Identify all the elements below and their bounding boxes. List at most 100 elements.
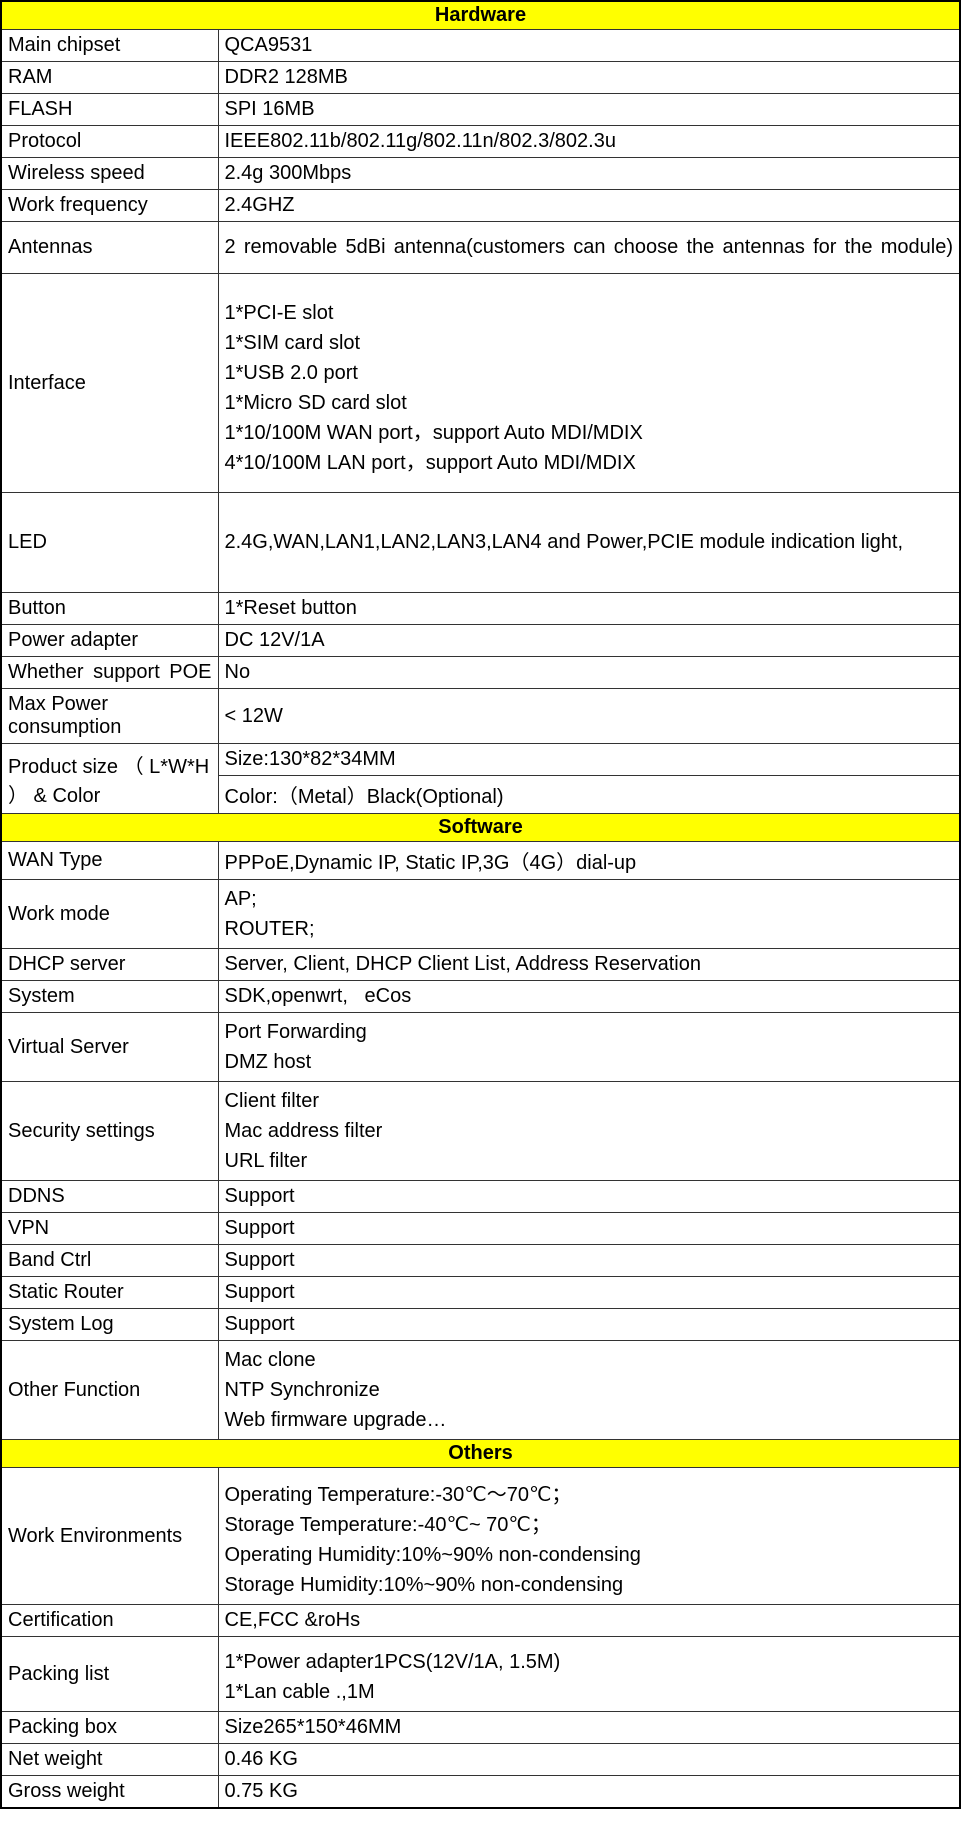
- value-vpn: Support: [218, 1213, 960, 1245]
- value-antennas: 2 removable 5dBi antenna(customers can c…: [218, 222, 960, 274]
- value-work-frequency: 2.4GHZ: [218, 190, 960, 222]
- label-ram: RAM: [1, 62, 218, 94]
- value-main-chipset: QCA9531: [218, 30, 960, 62]
- label-flash: FLASH: [1, 94, 218, 126]
- row-work-frequency: Work frequency 2.4GHZ: [1, 190, 960, 222]
- label-protocol: Protocol: [1, 126, 218, 158]
- virtual-server-line1: Port Forwarding: [225, 1017, 954, 1047]
- row-wireless-speed: Wireless speed 2.4g 300Mbps: [1, 158, 960, 190]
- interface-line6: 4*10/100M LAN port，support Auto MDI/MDIX: [225, 448, 954, 478]
- label-virtual-server: Virtual Server: [1, 1013, 218, 1082]
- value-flash: SPI 16MB: [218, 94, 960, 126]
- value-packing-list: 1*Power adapter1PCS(12V/1A, 1.5M) 1*Lan …: [218, 1637, 960, 1712]
- label-work-env: Work Environments: [1, 1468, 218, 1605]
- value-poe: No: [218, 657, 960, 689]
- row-static-router: Static Router Support: [1, 1277, 960, 1309]
- other-function-line1: Mac clone: [225, 1345, 954, 1375]
- row-packing-box: Packing box Size265*150*46MM: [1, 1712, 960, 1744]
- value-ram: DDR2 128MB: [218, 62, 960, 94]
- value-interface: 1*PCI-E slot 1*SIM card slot 1*USB 2.0 p…: [218, 274, 960, 493]
- value-work-mode: AP; ROUTER;: [218, 880, 960, 949]
- label-certification: Certification: [1, 1605, 218, 1637]
- section-header-others: Others: [1, 1440, 960, 1468]
- row-vpn: VPN Support: [1, 1213, 960, 1245]
- value-wan-type: PPPoE,Dynamic IP, Static IP,3G（4G）dial-u…: [218, 842, 960, 880]
- section-header-software: Software: [1, 814, 960, 842]
- value-net-weight: 0.46 KG: [218, 1744, 960, 1776]
- label-led: LED: [1, 493, 218, 593]
- row-gross-weight: Gross weight 0.75 KG: [1, 1776, 960, 1809]
- row-work-env: Work Environments Operating Temperature:…: [1, 1468, 960, 1605]
- value-certification: CE,FCC &roHs: [218, 1605, 960, 1637]
- row-ram: RAM DDR2 128MB: [1, 62, 960, 94]
- value-protocol: IEEE802.11b/802.11g/802.11n/802.3/802.3u: [218, 126, 960, 158]
- row-net-weight: Net weight 0.46 KG: [1, 1744, 960, 1776]
- security-line3: URL filter: [225, 1146, 954, 1176]
- row-system-log: System Log Support: [1, 1309, 960, 1341]
- row-work-mode: Work mode AP; ROUTER;: [1, 880, 960, 949]
- row-certification: Certification CE,FCC &roHs: [1, 1605, 960, 1637]
- value-max-power: < 12W: [218, 689, 960, 744]
- value-ddns: Support: [218, 1181, 960, 1213]
- value-power-adapter: DC 12V/1A: [218, 625, 960, 657]
- label-main-chipset: Main chipset: [1, 30, 218, 62]
- interface-line3: 1*USB 2.0 port: [225, 358, 954, 388]
- row-flash: FLASH SPI 16MB: [1, 94, 960, 126]
- label-system: System: [1, 981, 218, 1013]
- work-mode-line2: ROUTER;: [225, 914, 954, 944]
- label-power-adapter: Power adapter: [1, 625, 218, 657]
- row-main-chipset: Main chipset QCA9531: [1, 30, 960, 62]
- label-packing-box: Packing box: [1, 1712, 218, 1744]
- other-function-line2: NTP Synchronize: [225, 1375, 954, 1405]
- row-band-ctrl: Band Ctrl Support: [1, 1245, 960, 1277]
- value-product-size-1: Size:130*82*34MM: [218, 744, 960, 776]
- label-vpn: VPN: [1, 1213, 218, 1245]
- packing-list-line1: 1*Power adapter1PCS(12V/1A, 1.5M): [225, 1647, 954, 1677]
- row-virtual-server: Virtual Server Port Forwarding DMZ host: [1, 1013, 960, 1082]
- row-power-adapter: Power adapter DC 12V/1A: [1, 625, 960, 657]
- row-product-size-1: Product size （ L*W*H ） & Color Size:130*…: [1, 744, 960, 776]
- label-button: Button: [1, 593, 218, 625]
- row-antennas: Antennas 2 removable 5dBi antenna(custom…: [1, 222, 960, 274]
- work-env-line3: Operating Humidity:10%~90% non-condensin…: [225, 1540, 954, 1570]
- label-product-size: Product size （ L*W*H ） & Color: [1, 744, 218, 814]
- value-security: Client filter Mac address filter URL fil…: [218, 1082, 960, 1181]
- row-button: Button 1*Reset button: [1, 593, 960, 625]
- value-system-log: Support: [218, 1309, 960, 1341]
- security-line1: Client filter: [225, 1086, 954, 1116]
- label-antennas: Antennas: [1, 222, 218, 274]
- value-gross-weight: 0.75 KG: [218, 1776, 960, 1809]
- section-header-hardware: Hardware: [1, 1, 960, 30]
- row-packing-list: Packing list 1*Power adapter1PCS(12V/1A,…: [1, 1637, 960, 1712]
- label-work-mode: Work mode: [1, 880, 218, 949]
- label-work-frequency: Work frequency: [1, 190, 218, 222]
- row-wan-type: WAN Type PPPoE,Dynamic IP, Static IP,3G（…: [1, 842, 960, 880]
- work-env-line2: Storage Temperature:-40℃~ 70℃；: [225, 1510, 954, 1540]
- row-ddns: DDNS Support: [1, 1181, 960, 1213]
- row-other-function: Other Function Mac clone NTP Synchronize…: [1, 1341, 960, 1440]
- row-protocol: Protocol IEEE802.11b/802.11g/802.11n/802…: [1, 126, 960, 158]
- value-product-size-2: Color:（Metal）Black(Optional): [218, 776, 960, 814]
- value-led: 2.4G,WAN,LAN1,LAN2,LAN3,LAN4 and Power,P…: [218, 493, 960, 593]
- hardware-title: Hardware: [1, 1, 960, 30]
- row-dhcp: DHCP server Server, Client, DHCP Client …: [1, 949, 960, 981]
- value-button: 1*Reset button: [218, 593, 960, 625]
- interface-line1: 1*PCI-E slot: [225, 298, 954, 328]
- packing-list-line2: 1*Lan cable .,1M: [225, 1677, 954, 1707]
- row-led: LED 2.4G,WAN,LAN1,LAN2,LAN3,LAN4 and Pow…: [1, 493, 960, 593]
- value-work-env: Operating Temperature:-30℃～70℃； Storage …: [218, 1468, 960, 1605]
- row-security: Security settings Client filter Mac addr…: [1, 1082, 960, 1181]
- value-dhcp: Server, Client, DHCP Client List, Addres…: [218, 949, 960, 981]
- row-poe: Whether support POE No: [1, 657, 960, 689]
- row-max-power: Max Power consumption < 12W: [1, 689, 960, 744]
- label-other-function: Other Function: [1, 1341, 218, 1440]
- interface-line5: 1*10/100M WAN port，support Auto MDI/MDIX: [225, 418, 954, 448]
- value-static-router: Support: [218, 1277, 960, 1309]
- value-packing-box: Size265*150*46MM: [218, 1712, 960, 1744]
- label-gross-weight: Gross weight: [1, 1776, 218, 1809]
- label-static-router: Static Router: [1, 1277, 218, 1309]
- label-packing-list: Packing list: [1, 1637, 218, 1712]
- others-title: Others: [1, 1440, 960, 1468]
- label-wireless-speed: Wireless speed: [1, 158, 218, 190]
- label-band-ctrl: Band Ctrl: [1, 1245, 218, 1277]
